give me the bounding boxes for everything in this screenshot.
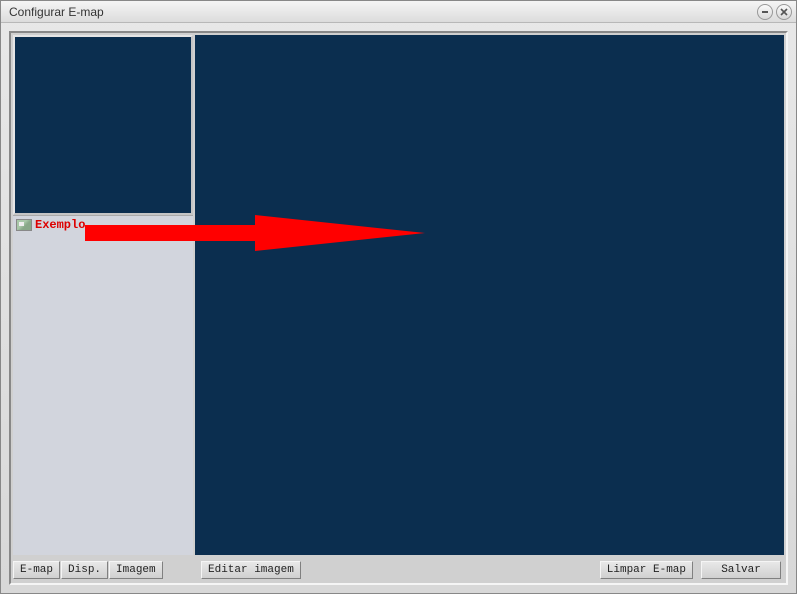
main-area: Exemplo	[13, 35, 784, 555]
salvar-button[interactable]: Salvar	[701, 561, 781, 579]
imagem-button[interactable]: Imagem	[109, 561, 163, 579]
editar-imagem-button[interactable]: Editar imagem	[201, 561, 301, 579]
left-panel: Exemplo	[13, 35, 193, 555]
emap-button[interactable]: E-map	[13, 561, 60, 579]
tree-item-exemplo[interactable]: Exemplo	[13, 216, 193, 234]
right-button-group: Limpar E-map Salvar	[600, 561, 784, 579]
window-title: Configurar E-map	[9, 5, 104, 19]
close-icon	[780, 8, 788, 16]
titlebar-buttons	[757, 4, 792, 20]
app-window: Configurar E-map Exemplo	[0, 0, 797, 594]
left-button-group: E-map Disp. Imagem	[13, 561, 193, 579]
map-canvas[interactable]	[195, 35, 784, 555]
content-frame: Exemplo E-map Disp. Imagem Editar imagem	[9, 31, 788, 585]
bottom-toolbar: E-map Disp. Imagem Editar imagem Limpar …	[13, 555, 784, 581]
minimize-icon	[761, 8, 769, 16]
map-preview[interactable]	[13, 35, 193, 215]
disp-button[interactable]: Disp.	[61, 561, 108, 579]
map-thumbnail-icon	[16, 219, 32, 231]
minimize-button[interactable]	[757, 4, 773, 20]
tree-panel: Exemplo	[13, 215, 193, 555]
limpar-emap-button[interactable]: Limpar E-map	[600, 561, 693, 579]
tree-item-label: Exemplo	[35, 218, 85, 232]
close-button[interactable]	[776, 4, 792, 20]
window-body: Exemplo E-map Disp. Imagem Editar imagem	[1, 23, 796, 593]
titlebar: Configurar E-map	[1, 1, 796, 23]
